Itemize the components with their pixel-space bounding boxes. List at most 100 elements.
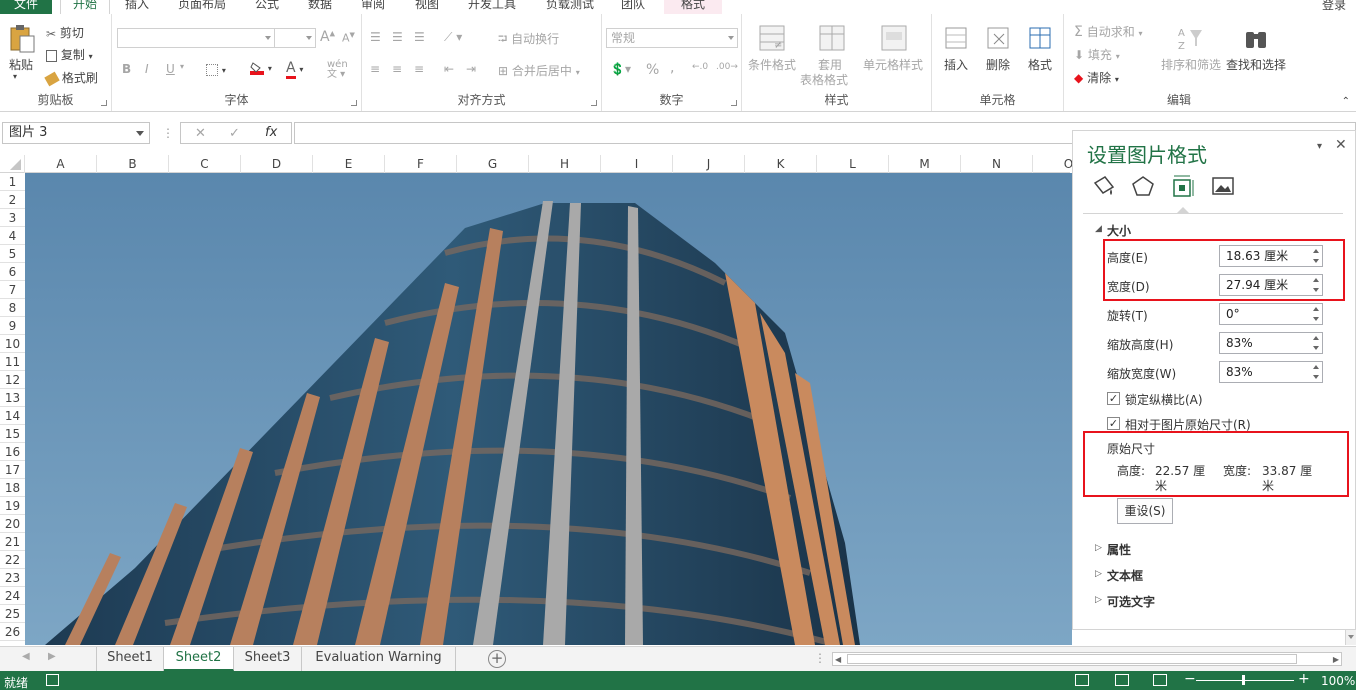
textbox-section[interactable]: 文本框: [1107, 567, 1143, 584]
align-top-icon[interactable]: ☰: [370, 30, 381, 44]
column-header[interactable]: G: [457, 155, 529, 173]
inserted-picture[interactable]: [25, 173, 1072, 645]
autosum-button[interactable]: Σ 自动求和 ▾: [1074, 23, 1143, 40]
tab-page-layout[interactable]: 页面布局: [174, 0, 230, 14]
row-header[interactable]: 8: [0, 299, 25, 317]
row-header[interactable]: 2: [0, 191, 25, 209]
number-format-combo[interactable]: 常规: [606, 28, 738, 48]
column-header[interactable]: F: [385, 155, 457, 173]
rotation-input[interactable]: 0°: [1219, 303, 1323, 325]
relative-original-checkbox[interactable]: ✓: [1107, 417, 1120, 430]
row-header[interactable]: 9: [0, 317, 25, 335]
tab-formulas[interactable]: 公式: [252, 0, 282, 14]
underline-button[interactable]: U: [166, 62, 175, 76]
page-layout-view-icon[interactable]: [1115, 674, 1129, 686]
wrap-text-button[interactable]: ⮒ 自动换行: [498, 30, 559, 51]
delete-cells-icon[interactable]: [984, 24, 1012, 52]
row-header[interactable]: 6: [0, 263, 25, 281]
size-expand-icon[interactable]: ◢: [1095, 224, 1102, 234]
row-header[interactable]: 21: [0, 533, 25, 551]
cell-styles-icon[interactable]: [880, 24, 908, 52]
row-header[interactable]: 16: [0, 443, 25, 461]
row-header[interactable]: 22: [0, 551, 25, 569]
scale-height-input[interactable]: 83%: [1219, 332, 1323, 354]
row-header[interactable]: 26: [0, 623, 25, 641]
normal-view-icon[interactable]: [1075, 674, 1089, 686]
delete-cells-button[interactable]: 删除: [986, 56, 1010, 73]
tab-view[interactable]: 视图: [412, 0, 442, 14]
column-header[interactable]: J: [673, 155, 745, 173]
alignment-launcher-icon[interactable]: [591, 100, 597, 106]
pane-options-icon[interactable]: ▾: [1317, 141, 1322, 152]
close-pane-icon[interactable]: ✕: [1335, 137, 1347, 153]
clear-button[interactable]: ◆ 清除 ▾: [1074, 69, 1119, 86]
insert-cells-icon[interactable]: [942, 24, 970, 52]
currency-icon[interactable]: 💲▾: [610, 62, 631, 76]
scale-width-input[interactable]: 83%: [1219, 361, 1323, 383]
row-header[interactable]: 1: [0, 173, 25, 191]
column-header[interactable]: L: [817, 155, 889, 173]
scroll-tabs-left-icon[interactable]: ◀: [22, 651, 30, 662]
format-cells-button[interactable]: 格式: [1028, 56, 1052, 73]
column-header[interactable]: H: [529, 155, 601, 173]
row-header[interactable]: 10: [0, 335, 25, 353]
insert-cells-button[interactable]: 插入: [944, 56, 968, 73]
tab-data[interactable]: 数据: [305, 0, 335, 14]
sheet-tab-3[interactable]: Sheet3: [234, 647, 302, 671]
grow-font-button[interactable]: A▲: [320, 29, 335, 45]
column-header[interactable]: I: [601, 155, 673, 173]
tab-review[interactable]: 审阅: [358, 0, 388, 14]
phonetic-button[interactable]: wén 文 ▾: [327, 60, 348, 80]
format-cells-icon[interactable]: [1026, 24, 1054, 52]
border-button[interactable]: ▾: [206, 62, 226, 76]
login-link[interactable]: 登录: [1322, 0, 1346, 13]
width-input[interactable]: 27.94 厘米: [1219, 274, 1323, 296]
column-header[interactable]: A: [25, 155, 97, 173]
reset-button[interactable]: 重设(S): [1117, 498, 1173, 524]
tab-format[interactable]: 格式: [664, 0, 722, 14]
table-format-icon[interactable]: [818, 24, 846, 52]
tab-load-test[interactable]: 负载测试: [542, 0, 598, 14]
column-header[interactable]: K: [745, 155, 817, 173]
vertical-scroll-down[interactable]: [1345, 630, 1356, 645]
binoculars-icon[interactable]: [1242, 24, 1270, 52]
horizontal-scrollbar[interactable]: ◀ ▶: [832, 652, 1342, 666]
formula-bar-handle-icon[interactable]: ⋮: [162, 126, 174, 140]
conditional-format-icon[interactable]: ≠: [758, 24, 786, 52]
bold-button[interactable]: B: [122, 62, 131, 76]
zoom-out-icon[interactable]: −: [1184, 671, 1196, 687]
sheet-tab-4[interactable]: Evaluation Warning: [302, 647, 456, 671]
collapse-ribbon-icon[interactable]: ⌃: [1342, 96, 1350, 107]
macro-record-icon[interactable]: [46, 674, 59, 686]
cut-button[interactable]: ✂ 剪切: [46, 24, 84, 41]
row-header[interactable]: 24: [0, 587, 25, 605]
picture-icon[interactable]: [1211, 175, 1235, 200]
underline-dropdown-icon[interactable]: ▾: [180, 62, 184, 71]
align-left-icon[interactable]: ≡: [370, 62, 380, 76]
row-header[interactable]: 15: [0, 425, 25, 443]
comma-button[interactable]: ,: [670, 60, 674, 76]
align-right-icon[interactable]: ≡: [414, 62, 424, 76]
effects-icon[interactable]: [1131, 175, 1155, 200]
enter-icon[interactable]: ✓: [229, 126, 240, 141]
column-header[interactable]: E: [313, 155, 385, 173]
fill-line-icon[interactable]: [1091, 175, 1115, 200]
row-header[interactable]: 3: [0, 209, 25, 227]
increase-decimal-icon[interactable]: ←.0: [692, 62, 708, 72]
merge-center-button[interactable]: ⊞ 合并后居中 ▾: [498, 62, 580, 79]
zoom-slider-thumb[interactable]: [1242, 675, 1245, 685]
paste-button[interactable]: 粘贴: [9, 56, 33, 73]
font-name-combo[interactable]: [117, 28, 275, 48]
sort-filter-icon[interactable]: AZ: [1176, 24, 1204, 52]
horizontal-scroll-thumb[interactable]: [847, 654, 1297, 664]
row-header[interactable]: 20: [0, 515, 25, 533]
shrink-font-button[interactable]: A▼: [342, 31, 355, 45]
clipboard-launcher-icon[interactable]: [101, 100, 107, 106]
row-header[interactable]: 25: [0, 605, 25, 623]
insert-function-button[interactable]: fx: [265, 125, 277, 140]
sheet-tab-1[interactable]: Sheet1: [96, 647, 164, 671]
font-launcher-icon[interactable]: [351, 100, 357, 106]
tab-insert[interactable]: 插入: [122, 0, 152, 14]
tab-developer[interactable]: 开发工具: [464, 0, 520, 14]
orientation-icon[interactable]: ⟋ ▾: [444, 30, 462, 45]
